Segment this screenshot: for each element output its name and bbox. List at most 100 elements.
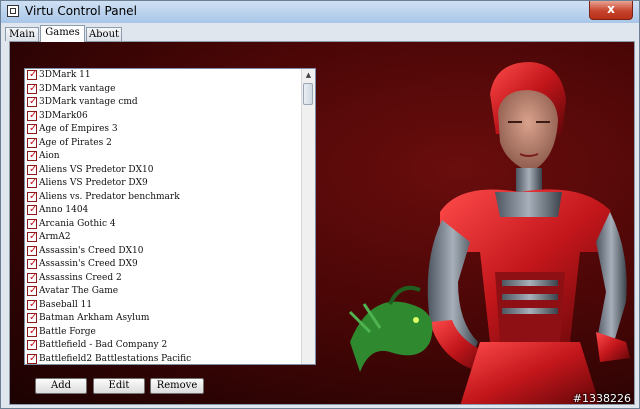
checkbox[interactable]: ✓: [27, 82, 38, 94]
list-item-label: Aliens VS Predetor DX10: [39, 164, 154, 175]
check-icon: ✓: [29, 150, 38, 161]
list-item-label: 3DMark vantage: [39, 83, 116, 94]
list-item[interactable]: ✓ 3DMark 11: [25, 69, 301, 83]
check-icon: ✓: [29, 271, 38, 283]
list-item-label: Assassin's Creed DX10: [39, 245, 144, 256]
check-icon: ✓: [29, 285, 38, 296]
list-item-label: Battlefield - Bad Company 2: [39, 340, 168, 350]
checkbox[interactable]: ✓: [27, 123, 38, 134]
check-icon: ✓: [29, 244, 38, 256]
list-item-label: Baseball 11: [39, 299, 93, 310]
check-icon: ✓: [29, 258, 38, 269]
scroll-up-icon[interactable]: ▲: [302, 69, 315, 82]
checkbox[interactable]: ✓: [27, 285, 38, 296]
app-icon: [7, 5, 19, 17]
close-button[interactable]: x: [589, 1, 633, 20]
checkbox[interactable]: ✓: [27, 136, 38, 148]
list-item-label: 3DMark 11: [39, 70, 91, 80]
list-item-label: ArmA2: [39, 232, 71, 242]
tab-about[interactable]: About: [86, 27, 122, 41]
check-icon: ✓: [29, 96, 38, 107]
watermark-text: #1338226: [572, 392, 631, 405]
list-item[interactable]: ✓ Battlefield - Bad Company 2: [25, 339, 301, 353]
window-title: Virtu Control Panel: [25, 4, 137, 18]
check-icon: ✓: [29, 163, 38, 175]
edit-button[interactable]: Edit: [93, 378, 145, 394]
list-item[interactable]: ✓ Aliens VS Predetor DX9: [25, 177, 301, 191]
checkbox[interactable]: ✓: [27, 298, 38, 310]
list-item-label: Aion: [39, 151, 60, 161]
list-item-label: 3DMark06: [39, 110, 88, 121]
list-item[interactable]: ✓ Avatar The Game: [25, 285, 301, 299]
list-item[interactable]: ✓ Aliens vs. Predator benchmark: [25, 191, 301, 205]
check-icon: ✓: [29, 217, 38, 229]
list-item[interactable]: ✓ Baseball 11: [25, 299, 301, 313]
list-item[interactable]: ✓ Age of Empires 3: [25, 123, 301, 137]
list-item[interactable]: ✓ Arcania Gothic 4: [25, 218, 301, 232]
list-item[interactable]: ✓ 3DMark06: [25, 110, 301, 124]
games-list[interactable]: ✓ 3DMark 11 ✓ 3DMark vantage ✓ 3DMark va…: [24, 68, 316, 365]
list-item[interactable]: ✓ Assassins Creed 2: [25, 272, 301, 286]
checkbox[interactable]: ✓: [27, 244, 38, 256]
tab-main[interactable]: Main: [5, 27, 39, 41]
title-bar[interactable]: Virtu Control Panel x: [1, 1, 639, 23]
list-item-label: Age of Empires 3: [39, 124, 118, 134]
checkbox[interactable]: ✓: [27, 339, 37, 350]
checkbox[interactable]: ✓: [27, 150, 38, 161]
list-item[interactable]: ✓ 3DMark vantage: [25, 83, 301, 97]
remove-button[interactable]: Remove: [150, 378, 204, 394]
check-icon: ✓: [29, 204, 38, 215]
checkbox[interactable]: ✓: [27, 353, 37, 364]
check-icon: ✓: [29, 231, 38, 242]
list-scrollbar[interactable]: ▲: [301, 69, 315, 364]
list-item[interactable]: ✓ Age of Pirates 2: [25, 137, 301, 151]
check-icon: ✓: [29, 177, 38, 188]
checkbox[interactable]: ✓: [27, 258, 38, 269]
check-icon: ✓: [29, 298, 38, 310]
list-item[interactable]: ✓ Assassin's Creed DX10: [25, 245, 301, 259]
check-icon: ✓: [29, 69, 38, 80]
checkbox[interactable]: ✓: [27, 217, 38, 229]
checkbox[interactable]: ✓: [27, 325, 38, 337]
check-icon: ✓: [29, 190, 38, 202]
checkbox[interactable]: ✓: [27, 190, 38, 202]
list-item[interactable]: ✓ Battle Forge: [25, 326, 301, 340]
list-item[interactable]: ✓ Assassin's Creed DX9: [25, 258, 301, 272]
scroll-thumb[interactable]: [303, 83, 313, 105]
checkbox[interactable]: ✓: [27, 204, 38, 215]
checkbox[interactable]: ✓: [27, 69, 38, 80]
list-item[interactable]: ✓ Anno 1404: [25, 204, 301, 218]
list-item-label: Batman Arkham Asylum: [39, 313, 150, 323]
checkbox[interactable]: ✓: [27, 231, 38, 242]
list-item[interactable]: ✓ Battlefield2 Battlestations Pacific: [25, 353, 301, 365]
list-item[interactable]: ✓ Aion: [25, 150, 301, 164]
check-icon: ✓: [29, 325, 38, 337]
virtu-control-panel-window: Virtu Control Panel x Main Games About ✓…: [0, 0, 640, 409]
list-item-label: Age of Pirates 2: [39, 137, 112, 148]
checkbox[interactable]: ✓: [27, 271, 38, 283]
games-tab-panel: ✓ 3DMark 11 ✓ 3DMark vantage ✓ 3DMark va…: [9, 41, 635, 405]
list-item-label: Battle Forge: [39, 326, 96, 337]
list-item-label: Avatar The Game: [39, 286, 119, 296]
check-icon: ✓: [29, 123, 38, 134]
check-icon: ✓: [29, 109, 38, 121]
list-item-label: Assassin's Creed DX9: [39, 259, 138, 269]
checkbox[interactable]: ✓: [27, 96, 38, 107]
list-item-label: Aliens vs. Predator benchmark: [39, 191, 180, 202]
check-icon: ✓: [29, 312, 38, 323]
check-icon: ✓: [29, 82, 38, 94]
checkbox[interactable]: ✓: [27, 163, 38, 175]
character-artwork: [348, 62, 630, 404]
list-item[interactable]: ✓ Batman Arkham Asylum: [25, 312, 301, 326]
check-icon: ✓: [29, 136, 38, 148]
list-item-label: 3DMark vantage cmd: [39, 97, 138, 107]
checkbox[interactable]: ✓: [27, 312, 38, 323]
list-item[interactable]: ✓ ArmA2: [25, 231, 301, 245]
add-button[interactable]: Add: [35, 378, 87, 394]
checkbox[interactable]: ✓: [27, 177, 38, 188]
tab-games[interactable]: Games: [40, 25, 85, 42]
list-item[interactable]: ✓ 3DMark vantage cmd: [25, 96, 301, 110]
checkbox[interactable]: ✓: [27, 109, 38, 121]
list-item[interactable]: ✓ Aliens VS Predetor DX10: [25, 164, 301, 178]
list-item-label: Assassins Creed 2: [39, 272, 122, 283]
